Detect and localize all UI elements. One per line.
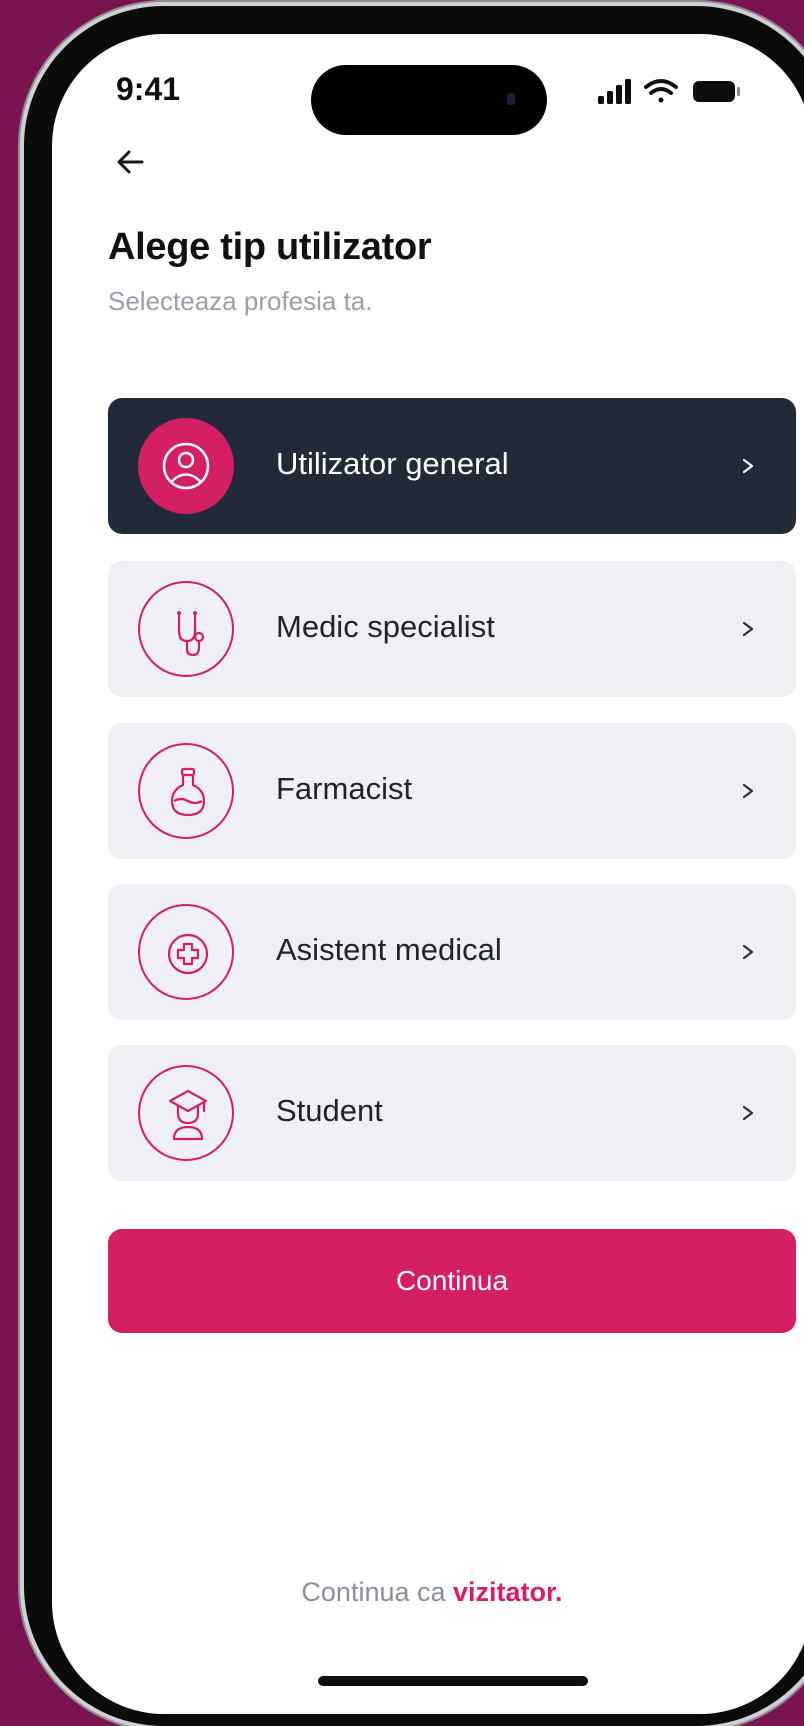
stethoscope-icon (138, 581, 234, 677)
option-utilizator-general[interactable]: Utilizator general (108, 398, 796, 534)
arrow-left-icon[interactable] (112, 142, 152, 182)
chevron-right-icon (742, 621, 754, 637)
medical-cross-icon (138, 904, 234, 1000)
option-label: Medic specialist (276, 609, 495, 644)
status-time: 9:41 (116, 71, 181, 107)
chevron-right-icon (742, 1105, 754, 1121)
option-label: Asistent medical (276, 932, 502, 967)
signal-icon (598, 79, 631, 104)
option-medic-specialist[interactable]: Medic specialist (108, 561, 796, 697)
option-label: Utilizator general (276, 446, 509, 481)
option-label: Farmacist (276, 771, 413, 806)
graduate-icon (138, 1065, 234, 1161)
page-subtitle: Selecteaza profesia ta. (108, 286, 373, 316)
phone-frame: 9:41 Alege tip utilizator Selecteaza pro… (24, 6, 804, 1726)
status-icons (598, 79, 740, 104)
option-label: Student (276, 1093, 383, 1128)
potion-flask-icon (138, 743, 234, 839)
camera-dot (507, 93, 515, 105)
guest-link[interactable]: vizitator. (453, 1577, 563, 1607)
chevron-right-icon (742, 944, 754, 960)
chevron-right-icon (742, 783, 754, 799)
chevron-right-icon (742, 458, 754, 474)
guest-prefix: Continua ca (301, 1577, 454, 1607)
user-circle-icon (138, 418, 234, 514)
dynamic-island (311, 65, 547, 135)
page-title: Alege tip utilizator (108, 226, 432, 268)
status-bar: 9:41 (52, 34, 804, 144)
battery-icon (693, 81, 740, 102)
home-indicator[interactable] (318, 1676, 588, 1686)
option-farmacist[interactable]: Farmacist (108, 723, 796, 859)
app-screen: 9:41 Alege tip utilizator Selecteaza pro… (52, 34, 804, 1714)
wifi-icon (644, 79, 678, 103)
option-asistent-medical[interactable]: Asistent medical (108, 884, 796, 1020)
guest-continue: Continua ca vizitator. (52, 1577, 804, 1608)
option-student[interactable]: Student (108, 1045, 796, 1181)
continue-button[interactable]: Continua (108, 1229, 796, 1333)
